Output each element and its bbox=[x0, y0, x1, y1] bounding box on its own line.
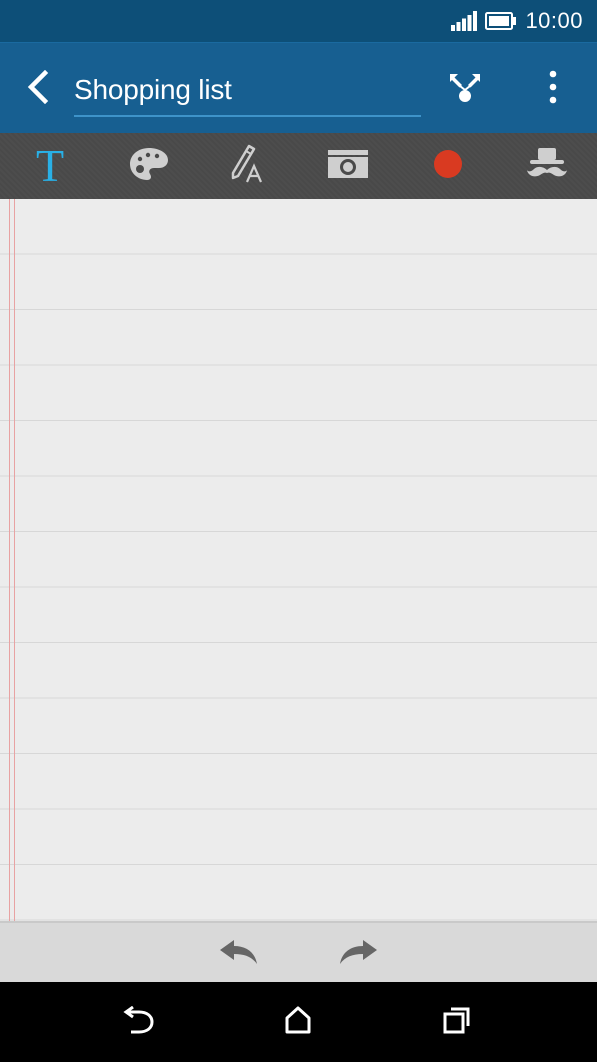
redo-button[interactable] bbox=[333, 935, 383, 973]
note-canvas[interactable] bbox=[0, 199, 597, 921]
back-button[interactable] bbox=[18, 67, 58, 111]
app-bar: Shopping list bbox=[0, 42, 597, 133]
recent-apps-icon bbox=[443, 1006, 471, 1039]
note-toolbar: T bbox=[0, 133, 597, 199]
share-icon bbox=[445, 70, 485, 109]
overflow-menu-button[interactable] bbox=[532, 67, 574, 111]
text-tool-icon: T bbox=[35, 140, 65, 191]
back-icon bbox=[123, 1005, 155, 1039]
signal-icon bbox=[451, 11, 478, 31]
record-icon bbox=[432, 148, 464, 185]
note-title-field[interactable]: Shopping list bbox=[74, 69, 421, 117]
status-bar: 10:00 bbox=[0, 0, 597, 42]
nav-home-button[interactable] bbox=[273, 1002, 323, 1042]
palette-tool-button[interactable] bbox=[119, 141, 179, 191]
edit-history-bar bbox=[0, 921, 597, 982]
theme-tool-button[interactable] bbox=[517, 141, 577, 191]
system-nav-bar bbox=[0, 982, 597, 1062]
camera-tool-button[interactable] bbox=[318, 141, 378, 191]
undo-icon bbox=[218, 938, 260, 971]
status-time: 10:00 bbox=[525, 8, 583, 33]
pen-handwriting-icon bbox=[227, 144, 269, 189]
note-title: Shopping list bbox=[74, 74, 232, 105]
margin-line bbox=[9, 199, 10, 921]
hat-mustache-icon bbox=[526, 147, 568, 186]
camera-icon bbox=[327, 149, 369, 184]
palette-icon bbox=[129, 146, 169, 187]
nav-recent-apps-button[interactable] bbox=[432, 1002, 482, 1042]
margin-line bbox=[14, 199, 15, 921]
handwriting-tool-button[interactable] bbox=[218, 141, 278, 191]
undo-button[interactable] bbox=[214, 935, 264, 973]
nav-back-button[interactable] bbox=[114, 1002, 164, 1042]
redo-icon bbox=[337, 938, 379, 971]
home-icon bbox=[284, 1006, 312, 1039]
text-tool-button[interactable]: T bbox=[20, 141, 80, 191]
record-tool-button[interactable] bbox=[418, 141, 478, 191]
back-arrow-icon bbox=[26, 69, 50, 109]
battery-icon bbox=[485, 12, 517, 30]
overflow-menu-icon bbox=[549, 70, 557, 109]
share-button[interactable] bbox=[440, 67, 490, 111]
